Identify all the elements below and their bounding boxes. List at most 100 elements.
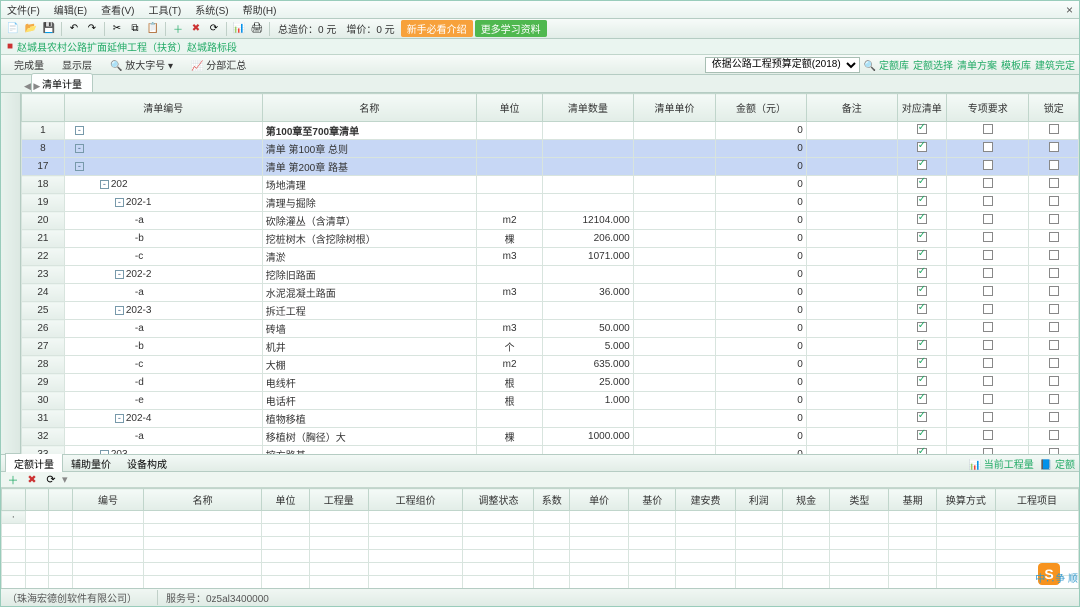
checkbox[interactable] bbox=[1049, 268, 1059, 278]
quota-select-link[interactable]: 定额选择 bbox=[913, 57, 953, 72]
col-hdr[interactable]: 专项要求 bbox=[947, 94, 1029, 122]
checkbox[interactable] bbox=[917, 358, 927, 368]
checkbox[interactable] bbox=[983, 160, 993, 170]
table-row[interactable]: 28-c大棚m2635.0000 bbox=[22, 356, 1079, 374]
checkbox[interactable] bbox=[983, 214, 993, 224]
lower-col-hdr[interactable]: 规金 bbox=[782, 489, 829, 511]
checkbox[interactable] bbox=[1049, 430, 1059, 440]
lower-col-hdr[interactable]: 单价 bbox=[569, 489, 628, 511]
checkbox[interactable] bbox=[1049, 124, 1059, 134]
checkbox[interactable] bbox=[983, 394, 993, 404]
table-row[interactable]: 29-d电线杆根25.0000 bbox=[22, 374, 1079, 392]
lower-col-hdr[interactable]: 换算方式 bbox=[936, 489, 995, 511]
close-icon[interactable]: × bbox=[1066, 3, 1073, 17]
lower-col-hdr[interactable] bbox=[49, 489, 73, 511]
checkbox[interactable] bbox=[983, 448, 993, 454]
checkbox[interactable] bbox=[983, 376, 993, 386]
expand-icon[interactable]: - bbox=[75, 126, 84, 135]
table-row[interactable]: 19-202-1清理与掘除0 bbox=[22, 194, 1079, 212]
checkbox[interactable] bbox=[983, 178, 993, 188]
lower-col-hdr[interactable]: 建安费 bbox=[676, 489, 735, 511]
completion-amount-btn[interactable]: 完成量 bbox=[5, 55, 53, 74]
add-icon[interactable]: ＋ bbox=[170, 21, 186, 37]
subtotal-btn[interactable]: 📈 分部汇总 bbox=[182, 55, 255, 74]
checkbox[interactable] bbox=[917, 196, 927, 206]
checkbox[interactable] bbox=[983, 304, 993, 314]
col-hdr[interactable]: 名称 bbox=[262, 94, 476, 122]
checkbox[interactable] bbox=[917, 286, 927, 296]
checkbox[interactable] bbox=[1049, 412, 1059, 422]
col-hdr[interactable]: 锁定 bbox=[1029, 94, 1079, 122]
checkbox[interactable] bbox=[917, 232, 927, 242]
expand-icon[interactable]: - bbox=[115, 198, 124, 207]
delete-icon[interactable]: ✖ bbox=[188, 21, 204, 37]
lower-col-hdr[interactable]: 工程组价 bbox=[368, 489, 463, 511]
checkbox[interactable] bbox=[983, 358, 993, 368]
checkbox[interactable] bbox=[917, 178, 927, 188]
current-qty-link[interactable]: 📊 当前工程量 bbox=[969, 456, 1034, 471]
menu-view[interactable]: 查看(V) bbox=[101, 2, 134, 17]
menu-help[interactable]: 帮助(H) bbox=[243, 2, 277, 17]
lower-ref-icon[interactable]: ⟳ bbox=[43, 472, 59, 488]
checkbox[interactable] bbox=[1049, 322, 1059, 332]
menu-file[interactable]: 文件(F) bbox=[7, 2, 40, 17]
tutorial-button[interactable]: 新手必看介绍 bbox=[401, 20, 473, 37]
checkbox[interactable] bbox=[917, 124, 927, 134]
checkbox[interactable] bbox=[917, 142, 927, 152]
table-row[interactable]: 1-第100章至700章清单0 bbox=[22, 122, 1079, 140]
checkbox[interactable] bbox=[917, 250, 927, 260]
lower-col-hdr[interactable]: 利润 bbox=[735, 489, 782, 511]
col-hdr[interactable]: 清单单价 bbox=[633, 94, 715, 122]
redo-icon[interactable]: ↷ bbox=[84, 21, 100, 37]
checkbox[interactable] bbox=[1049, 340, 1059, 350]
expand-icon[interactable]: - bbox=[115, 414, 124, 423]
checkbox[interactable] bbox=[917, 394, 927, 404]
checkbox[interactable] bbox=[983, 250, 993, 260]
checkbox[interactable] bbox=[983, 232, 993, 242]
table-row[interactable]: 24-a水泥混凝土路面m336.0000 bbox=[22, 284, 1079, 302]
lower-tab-aux[interactable]: 辅助量价 bbox=[63, 454, 119, 473]
menu-edit[interactable]: 编辑(E) bbox=[54, 2, 87, 17]
checkbox[interactable] bbox=[917, 160, 927, 170]
table-row[interactable]: 21-b挖桩树木（含挖除树根）棵206.0000 bbox=[22, 230, 1079, 248]
col-hdr[interactable]: 清单编号 bbox=[64, 94, 262, 122]
quota-link[interactable]: 📘 定额 bbox=[1040, 456, 1075, 471]
lower-col-hdr[interactable]: 工程量 bbox=[309, 489, 368, 511]
list-plan-link[interactable]: 清单方案 bbox=[957, 57, 997, 72]
expand-icon[interactable]: - bbox=[115, 306, 124, 315]
checkbox[interactable] bbox=[1049, 358, 1059, 368]
table-row[interactable]: 17-清单 第200章 路基0 bbox=[22, 158, 1079, 176]
checkbox[interactable] bbox=[1049, 160, 1059, 170]
checkbox[interactable] bbox=[917, 448, 927, 454]
open-icon[interactable]: 📂 bbox=[23, 21, 39, 37]
expand-icon[interactable]: - bbox=[75, 162, 84, 171]
learn-more-button[interactable]: 更多学习资料 bbox=[475, 20, 547, 37]
col-hdr[interactable]: 单位 bbox=[477, 94, 543, 122]
checkbox[interactable] bbox=[1049, 142, 1059, 152]
expand-icon[interactable]: - bbox=[100, 450, 109, 454]
menu-tools[interactable]: 工具(T) bbox=[148, 2, 181, 17]
checkbox[interactable] bbox=[1049, 196, 1059, 206]
checkbox[interactable] bbox=[983, 322, 993, 332]
checkbox[interactable] bbox=[983, 142, 993, 152]
table-row[interactable]: 20-a砍除灌丛（含清草）m212104.0000 bbox=[22, 212, 1079, 230]
undo-icon[interactable]: ↶ bbox=[66, 21, 82, 37]
lower-col-hdr[interactable]: 工程项目 bbox=[995, 489, 1078, 511]
checkbox[interactable] bbox=[1049, 178, 1059, 188]
lower-col-hdr[interactable]: 调整状态 bbox=[463, 489, 534, 511]
quota-lib-link[interactable]: 🔍 定额库 bbox=[864, 57, 909, 72]
col-hdr[interactable]: 金额（元） bbox=[716, 94, 807, 122]
table-row[interactable]: 33-203挖方路基0 bbox=[22, 446, 1079, 455]
lower-tab-equip[interactable]: 设备构成 bbox=[119, 454, 175, 473]
checkbox[interactable] bbox=[917, 322, 927, 332]
lower-col-hdr[interactable]: 基期 bbox=[889, 489, 936, 511]
checkbox[interactable] bbox=[983, 340, 993, 350]
font-zoom-btn[interactable]: 🔍 放大字号 ▾ bbox=[101, 55, 182, 74]
checkbox[interactable] bbox=[1049, 394, 1059, 404]
checkbox[interactable] bbox=[1049, 250, 1059, 260]
menu-system[interactable]: 系统(S) bbox=[195, 2, 228, 17]
table-row[interactable]: 31-202-4植物移植0 bbox=[22, 410, 1079, 428]
lower-tab-quota[interactable]: 定额计量 bbox=[5, 453, 63, 474]
checkbox[interactable] bbox=[983, 412, 993, 422]
template-lib-link[interactable]: 模板库 bbox=[1001, 57, 1031, 72]
